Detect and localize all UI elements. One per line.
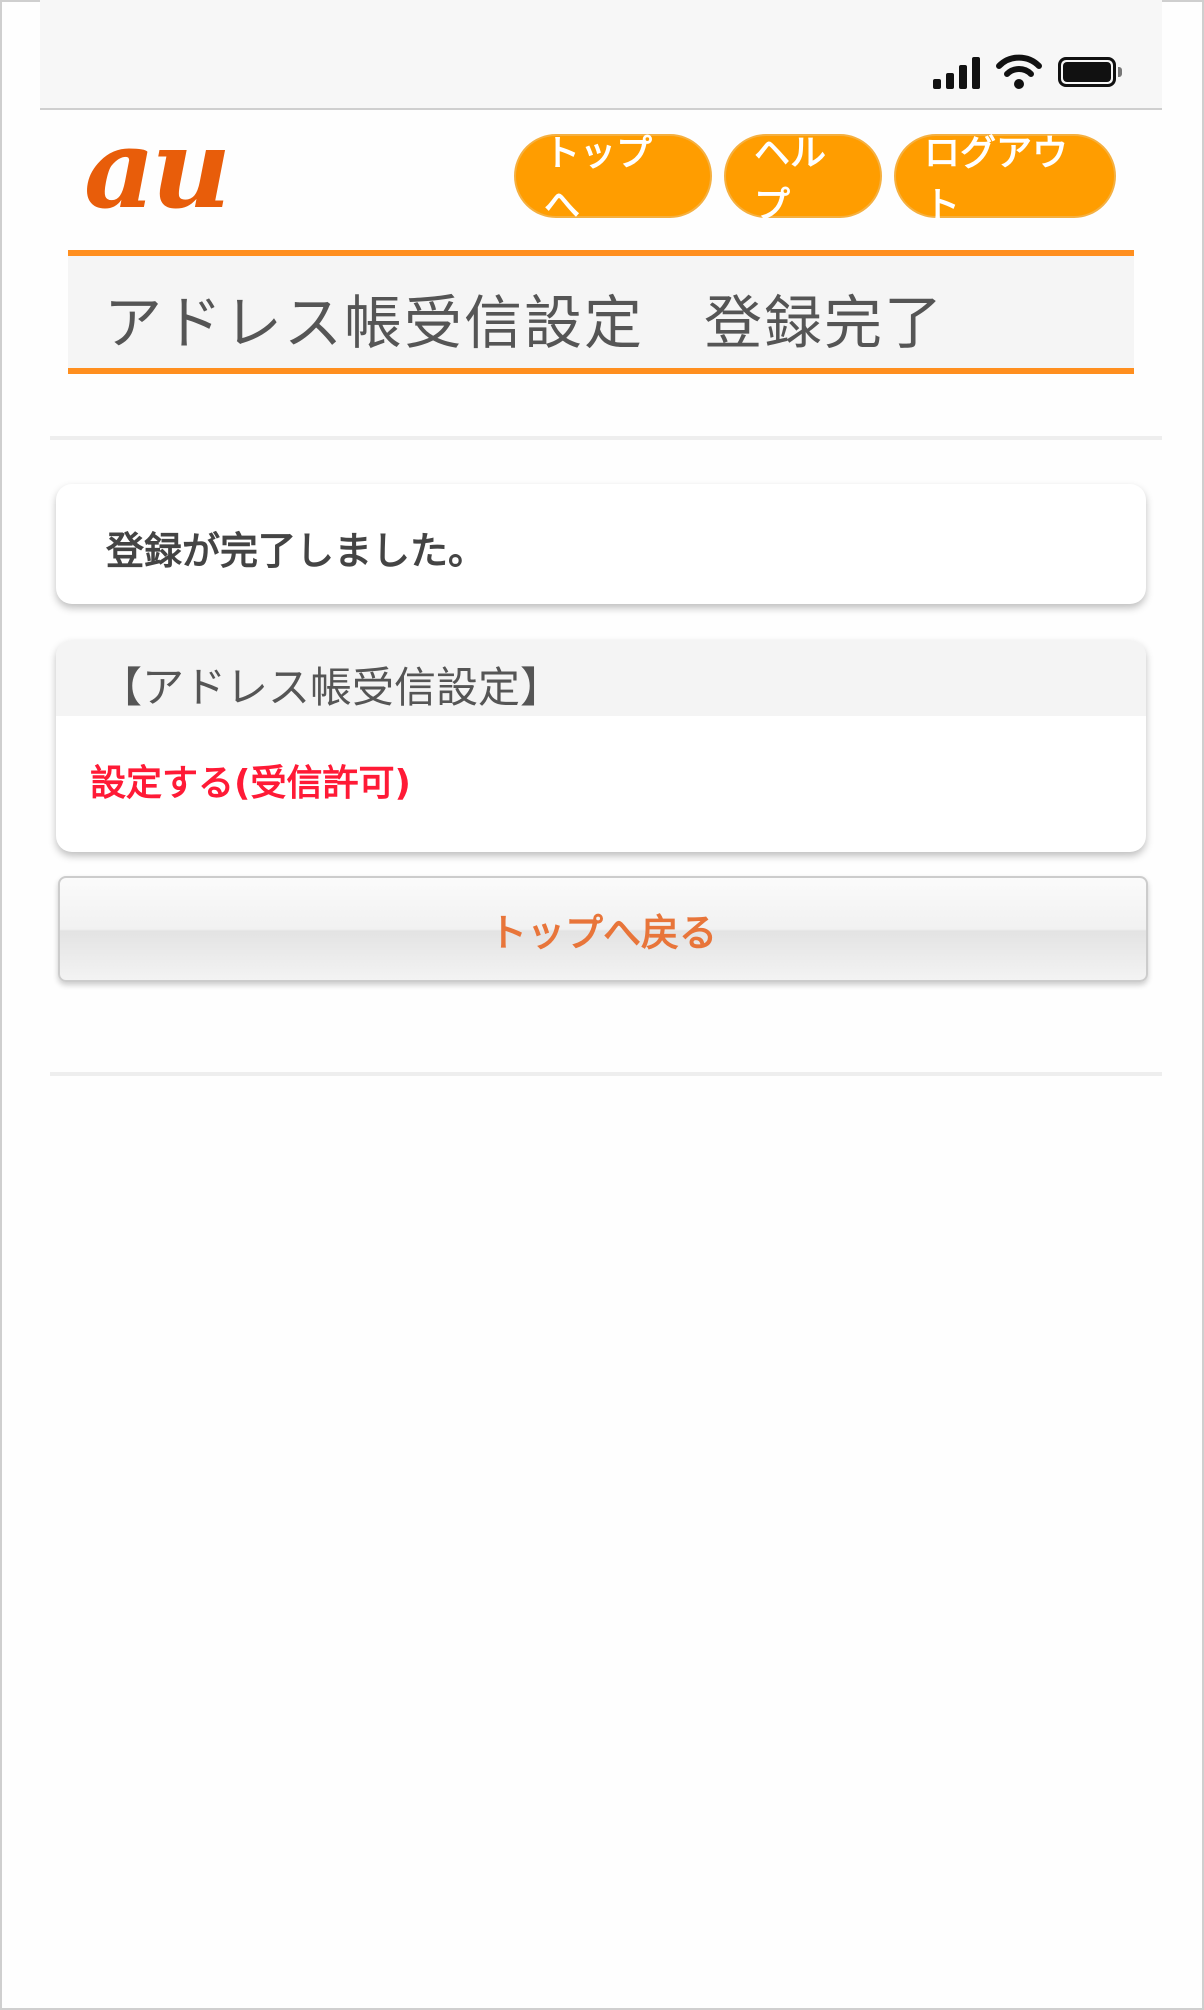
setting-heading: 【アドレス帳受信設定】 [100,663,563,712]
setting-header: 【アドレス帳受信設定】 [56,640,1146,716]
battery-icon [1058,57,1122,87]
wifi-icon [996,54,1042,89]
setting-card: 【アドレス帳受信設定】 設定する(受信許可) [56,640,1146,852]
help-button[interactable]: ヘルプ [724,133,882,226]
logout-button[interactable]: ログアウト [894,133,1116,226]
back-to-top-button[interactable]: トップへ戻る [58,876,1148,982]
setting-value: 設定する(受信許可) [90,763,411,804]
signal-icon [933,55,980,89]
divider-bottom [50,1072,1162,1076]
status-icons [933,50,1122,94]
top-button[interactable]: トップへ [514,133,712,226]
title-bar: アドレス帳受信設定 登録完了 [68,250,1134,374]
completion-message: 登録が完了しました。 [106,529,487,573]
status-bar [40,0,1162,110]
page-title: アドレス帳受信設定 登録完了 [104,289,945,357]
completion-message-card: 登録が完了しました。 [56,484,1146,604]
header-nav: トップへ ヘルプ ログアウト [514,133,1116,226]
au-logo: au [84,104,231,233]
back-to-top-label: トップへ戻る [488,910,717,955]
divider-top [50,436,1162,440]
header: au トップへ ヘルプ ログアウト [40,110,1162,240]
